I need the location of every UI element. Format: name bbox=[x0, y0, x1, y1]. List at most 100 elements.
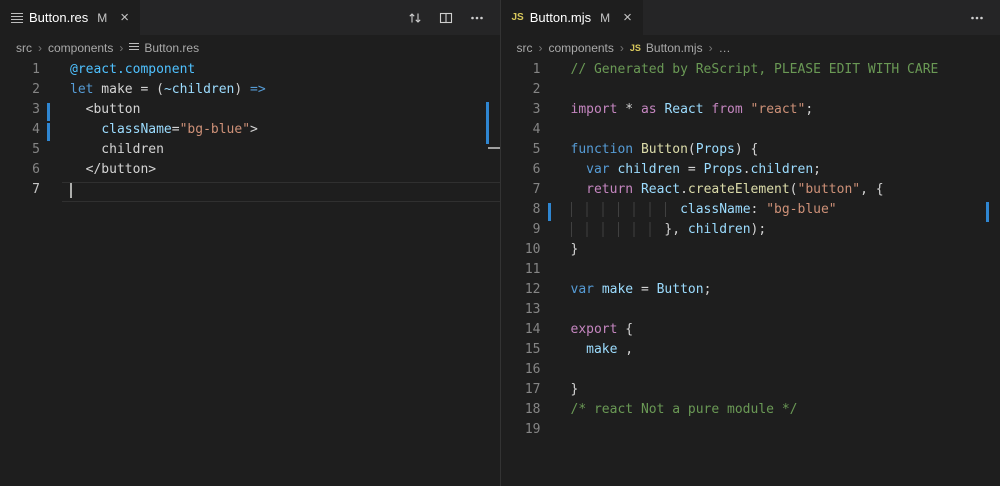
code-line[interactable]: /* react Not a pure module */ bbox=[563, 402, 1000, 422]
code-line[interactable]: <button bbox=[62, 102, 500, 122]
line-number[interactable]: 4 bbox=[501, 122, 563, 142]
code-line[interactable]: import * as React from "react"; bbox=[563, 102, 1000, 122]
gutter: 12345678910111213141516171819 bbox=[501, 62, 563, 486]
tab-button-res[interactable]: Button.res M × bbox=[0, 0, 140, 35]
code-area[interactable]: @react.componentlet make = (~children) =… bbox=[62, 62, 500, 486]
code-token: function bbox=[571, 142, 634, 157]
code-token bbox=[571, 202, 681, 217]
line-number[interactable]: 9 bbox=[501, 222, 563, 242]
code-line[interactable]: export { bbox=[563, 322, 1000, 342]
code-line[interactable] bbox=[563, 302, 1000, 322]
code-line[interactable] bbox=[563, 422, 1000, 442]
js-file-icon: JS bbox=[630, 43, 641, 53]
code-line[interactable]: @react.component bbox=[62, 62, 500, 82]
code-token bbox=[571, 162, 587, 177]
code-token: ( bbox=[688, 142, 696, 157]
breadcrumb-item[interactable]: Button.res bbox=[129, 41, 199, 55]
git-modified-indicator bbox=[47, 103, 50, 121]
code-line[interactable]: </button> bbox=[62, 162, 500, 182]
tab-label: Button.mjs bbox=[530, 10, 591, 25]
line-number[interactable]: 5 bbox=[501, 142, 563, 162]
code-token: } bbox=[571, 382, 579, 397]
code-line[interactable]: className="bg-blue"> bbox=[62, 122, 500, 142]
code-token: ; bbox=[704, 282, 712, 297]
breadcrumb-item[interactable]: … bbox=[719, 41, 731, 55]
code-token: "bg-blue" bbox=[766, 202, 836, 217]
line-number[interactable]: 13 bbox=[501, 302, 563, 322]
code-line[interactable]: var children = Props.children; bbox=[563, 162, 1000, 182]
overview-ruler[interactable] bbox=[986, 60, 1000, 486]
code-line[interactable] bbox=[62, 182, 500, 202]
code-token: ; bbox=[813, 162, 821, 177]
breadcrumb-item[interactable]: components bbox=[549, 41, 614, 55]
line-number[interactable]: 19 bbox=[501, 422, 563, 442]
code-token: . bbox=[743, 162, 751, 177]
gutter: 1234567 bbox=[0, 62, 62, 486]
code-line[interactable]: } bbox=[563, 382, 1000, 402]
line-number[interactable]: 14 bbox=[501, 322, 563, 342]
breadcrumb-item[interactable]: src bbox=[517, 41, 533, 55]
code-line[interactable] bbox=[563, 122, 1000, 142]
line-number[interactable]: 17 bbox=[501, 382, 563, 402]
code-line[interactable]: var make = Button; bbox=[563, 282, 1000, 302]
line-number[interactable]: 8 bbox=[501, 202, 563, 222]
line-number[interactable]: 5 bbox=[0, 142, 62, 162]
line-number[interactable]: 3 bbox=[501, 102, 563, 122]
code-token: var bbox=[571, 282, 594, 297]
open-changes-icon[interactable] bbox=[407, 10, 423, 26]
code-area[interactable]: // Generated by ReScript, PLEASE EDIT WI… bbox=[563, 62, 1000, 486]
code-token: React bbox=[664, 102, 703, 117]
line-number[interactable]: 7 bbox=[0, 182, 62, 202]
line-number[interactable]: 16 bbox=[501, 362, 563, 382]
breadcrumb-separator: › bbox=[38, 41, 42, 55]
line-number[interactable]: 18 bbox=[501, 402, 563, 422]
overview-ruler[interactable] bbox=[486, 60, 500, 486]
code-token: // Generated by ReScript, PLEASE EDIT WI… bbox=[571, 62, 939, 77]
more-actions-icon[interactable] bbox=[469, 10, 485, 26]
line-number[interactable]: 6 bbox=[501, 162, 563, 182]
code-line[interactable] bbox=[563, 362, 1000, 382]
editor-actions bbox=[969, 0, 1000, 35]
line-number[interactable]: 7 bbox=[501, 182, 563, 202]
split-editor-icon[interactable] bbox=[438, 10, 454, 26]
editor-left: 1234567 @react.componentlet make = (~chi… bbox=[0, 60, 500, 486]
code-line[interactable]: }, children); bbox=[563, 222, 1000, 242]
line-number[interactable]: 3 bbox=[0, 102, 62, 122]
code-line[interactable]: let make = (~children) => bbox=[62, 82, 500, 102]
line-number[interactable]: 6 bbox=[0, 162, 62, 182]
breadcrumb-label: components bbox=[549, 41, 614, 55]
breadcrumb-item[interactable]: JSButton.mjs bbox=[630, 41, 703, 55]
code-token: : bbox=[751, 202, 767, 217]
code-token: children bbox=[751, 162, 814, 177]
close-icon[interactable]: × bbox=[623, 10, 632, 25]
line-number[interactable]: 2 bbox=[0, 82, 62, 102]
line-number[interactable]: 11 bbox=[501, 262, 563, 282]
line-number[interactable]: 12 bbox=[501, 282, 563, 302]
code-token: children bbox=[688, 222, 751, 237]
code-line[interactable]: } bbox=[563, 242, 1000, 262]
line-number[interactable]: 1 bbox=[501, 62, 563, 82]
code-token: /* react Not a pure module */ bbox=[571, 402, 798, 417]
breadcrumb-item[interactable]: src bbox=[16, 41, 32, 55]
line-number[interactable]: 4 bbox=[0, 122, 62, 142]
breadcrumb-separator: › bbox=[620, 41, 624, 55]
line-number[interactable]: 1 bbox=[0, 62, 62, 82]
code-line[interactable] bbox=[563, 82, 1000, 102]
close-icon[interactable]: × bbox=[120, 10, 129, 25]
code-token: className bbox=[680, 202, 750, 217]
code-line[interactable]: make , bbox=[563, 342, 1000, 362]
editor-group-left: Button.res M × bbox=[0, 0, 500, 486]
line-number[interactable]: 15 bbox=[501, 342, 563, 362]
code-line[interactable]: children bbox=[62, 142, 500, 162]
code-line[interactable]: // Generated by ReScript, PLEASE EDIT WI… bbox=[563, 62, 1000, 82]
tab-button-mjs[interactable]: JS Button.mjs M × bbox=[501, 0, 643, 35]
code-line[interactable]: className: "bg-blue" bbox=[563, 202, 1000, 222]
code-line[interactable]: return React.createElement("button", { bbox=[563, 182, 1000, 202]
line-number[interactable]: 2 bbox=[501, 82, 563, 102]
breadcrumb-label: … bbox=[719, 41, 731, 55]
more-actions-icon[interactable] bbox=[969, 10, 985, 26]
code-line[interactable] bbox=[563, 262, 1000, 282]
breadcrumb-item[interactable]: components bbox=[48, 41, 113, 55]
code-line[interactable]: function Button(Props) { bbox=[563, 142, 1000, 162]
line-number[interactable]: 10 bbox=[501, 242, 563, 262]
